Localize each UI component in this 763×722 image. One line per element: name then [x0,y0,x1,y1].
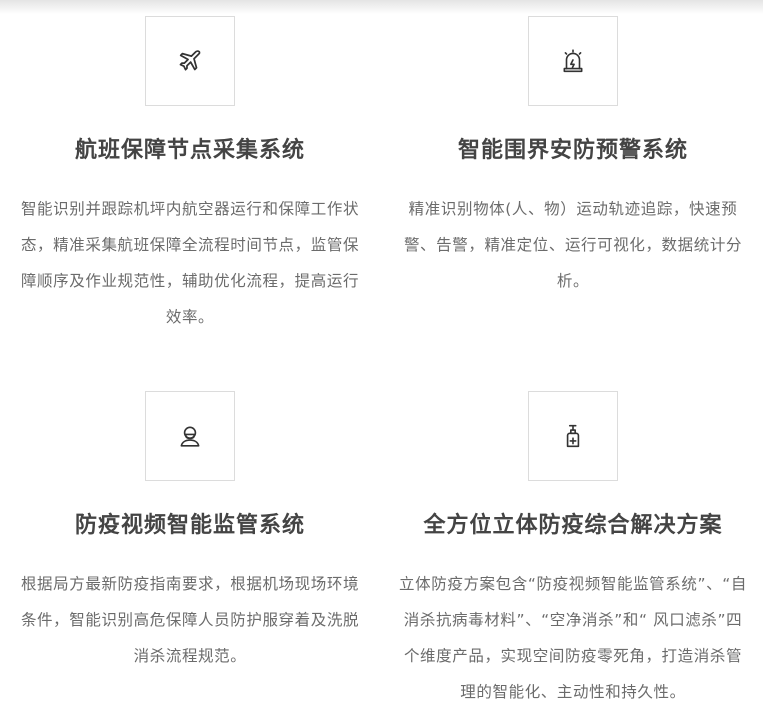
feature-icon-box [145,391,235,481]
feature-icon-box [528,391,618,481]
feature-card-perimeter-security: 智能围界安防预警系统 精准识别物体(人、物）运动轨迹追踪，快速预警、告警，精准定… [383,16,763,299]
feature-title: 防疫视频智能监管系统 [74,513,305,538]
feature-title: 全方位立体防疫综合解决方案 [423,513,723,538]
feature-description: 智能识别并跟踪机坪内航空器运行和保障工作状态，精准采集航班保障全流程时间节点，监… [20,200,360,326]
feature-card-flight-node: 航班保障节点采集系统 智能识别并跟踪机坪内航空器运行和保障工作状态，精准采集航班… [0,16,380,335]
masked-person-icon [180,426,200,447]
alarm-light-icon [563,49,583,73]
feature-icon-box [145,16,235,106]
top-shadow [0,0,763,14]
sanitizer-bottle-icon [566,424,580,448]
feature-title: 智能围界安防预警系统 [457,138,688,163]
airplane-icon [179,50,201,71]
feature-icon-box [528,16,618,106]
feature-title: 航班保障节点采集系统 [74,138,305,163]
feature-description: 根据局方最新防疫指南要求，根据机场现场环境条件，智能识别高危保障人员防护服穿着及… [20,575,360,665]
feature-card-full-epidemic-solution: 全方位立体防疫综合解决方案 立体防疫方案包含“防疫视频智能监管系统”、“自消杀抗… [383,391,763,710]
feature-description: 立体防疫方案包含“防疫视频智能监管系统”、“自消杀抗病毒材料”、“空净消杀”和“… [399,575,747,701]
feature-card-epidemic-video: 防疫视频智能监管系统 根据局方最新防疫指南要求，根据机场现场环境条件，智能识别高… [0,391,380,674]
feature-description: 精准识别物体(人、物）运动轨迹追踪，快速预警、告警，精准定位、运行可视化，数据统… [403,200,743,290]
